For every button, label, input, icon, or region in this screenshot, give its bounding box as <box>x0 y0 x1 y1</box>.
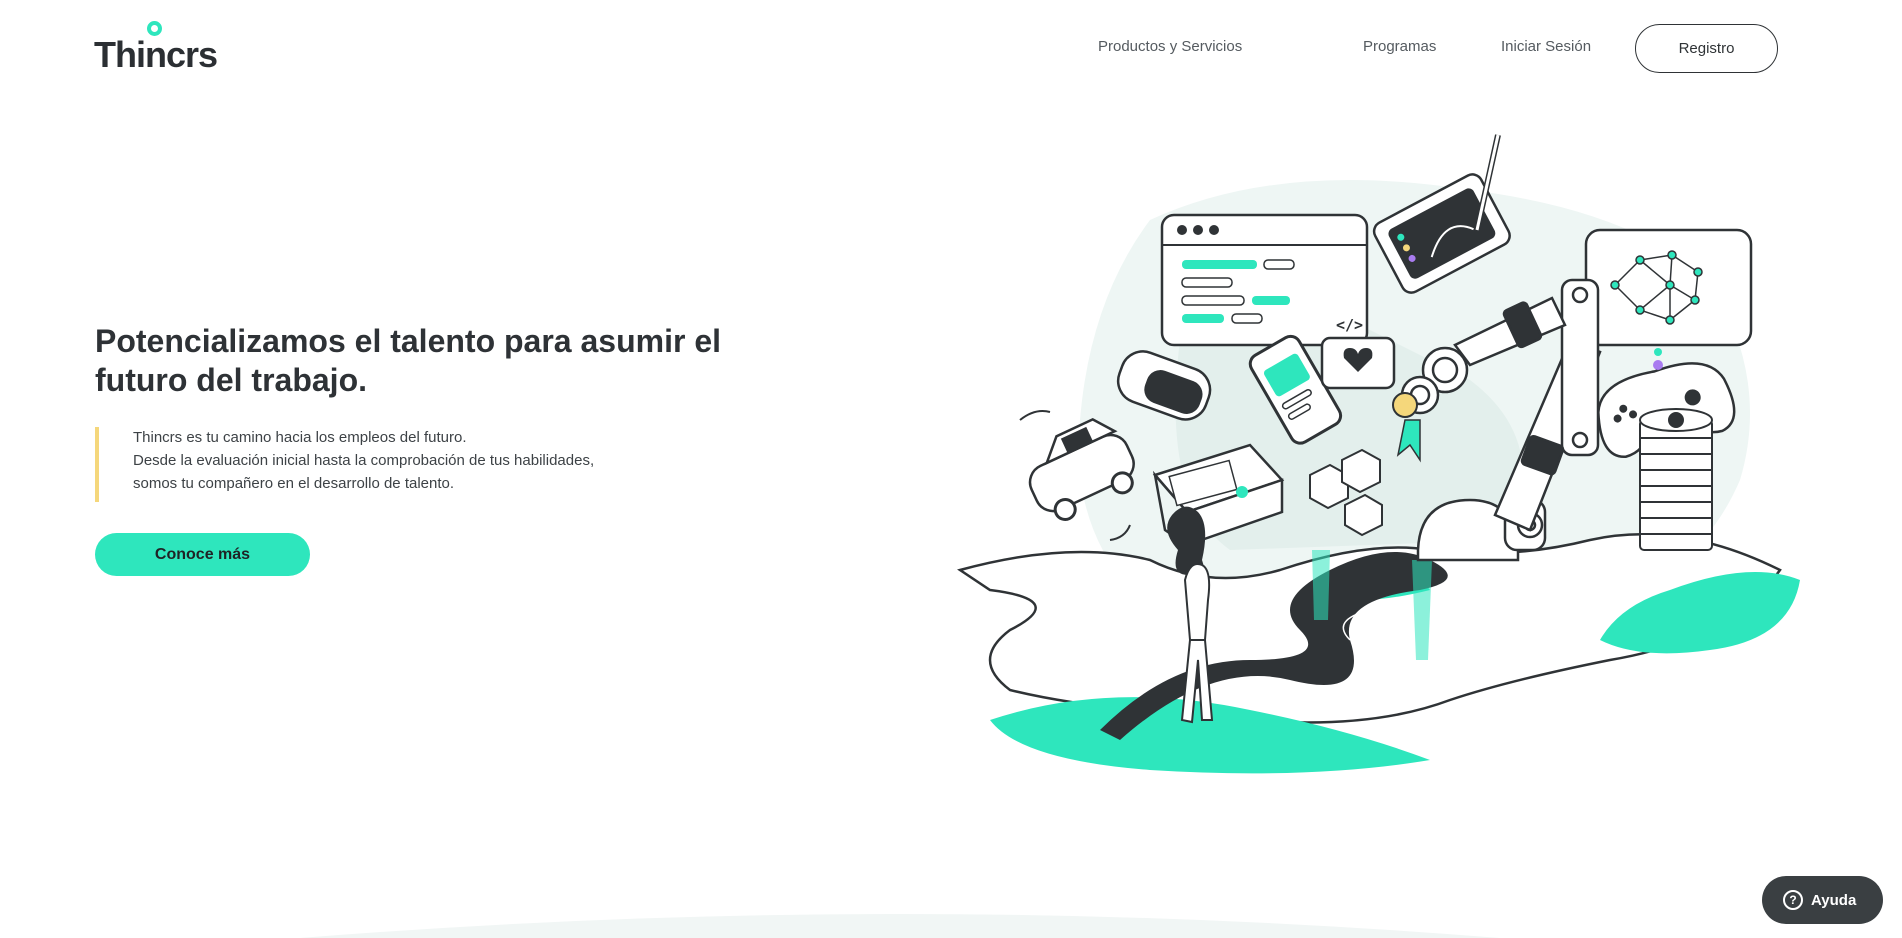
question-circle-icon: ? <box>1783 890 1803 910</box>
description-line: somos tu compañero en el desarrollo de t… <box>133 475 455 492</box>
description-line: Thincrs es tu camino hacia los empleos d… <box>133 429 467 446</box>
hero-illustration: </> <box>957 134 1800 774</box>
logo-text: Thincrs <box>94 34 218 75</box>
help-label: Ayuda <box>1811 891 1857 909</box>
description-line: Desde la evaluación inicial hasta la com… <box>133 452 595 469</box>
hero-description: Thincrs es tu camino hacia los empleos d… <box>95 427 594 502</box>
nav-iniciar-sesion[interactable]: Iniciar Sesión <box>1501 38 1591 55</box>
site-header: Thincrs Productos y Servicios Programas … <box>0 0 1902 100</box>
conoce-mas-button[interactable]: Conoce más <box>95 533 310 576</box>
help-button[interactable]: ? Ayuda <box>1762 876 1883 924</box>
hero-title: Potencializamos el talento para asumir e… <box>95 323 721 398</box>
register-button[interactable]: Registro <box>1635 24 1778 73</box>
svg-text:</>: </> <box>1336 316 1363 334</box>
logo[interactable]: Thincrs <box>94 20 224 75</box>
nav-programas[interactable]: Programas <box>1363 38 1436 55</box>
bottom-wave-decoration <box>300 914 1500 938</box>
nav-productos-y-servicios[interactable]: Productos y Servicios <box>1098 38 1242 55</box>
